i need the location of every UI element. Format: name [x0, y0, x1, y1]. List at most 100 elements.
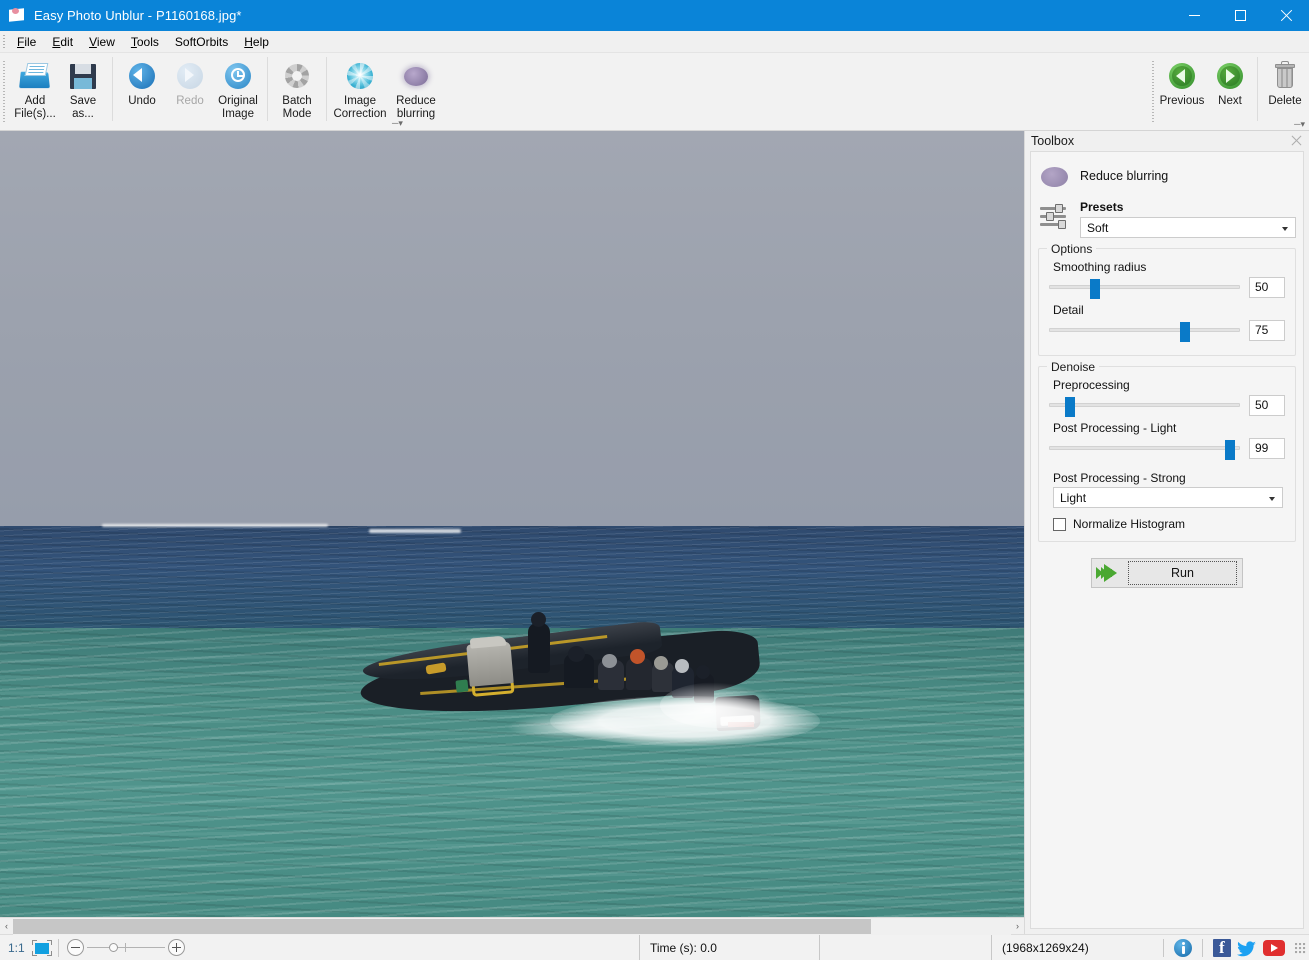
toolbar-grip	[0, 53, 9, 131]
facebook-icon[interactable]	[1213, 939, 1231, 957]
add-files-button[interactable]: Add File(s)...	[11, 53, 59, 125]
toolbar-overflow-left-icon[interactable]: ─▾	[392, 119, 403, 127]
delete-button[interactable]: Delete	[1261, 53, 1309, 125]
scroll-left-button[interactable]: ‹	[0, 918, 13, 935]
image-correction-label-line1: Image	[344, 95, 376, 107]
smoothing-radius-slider-thumb[interactable]	[1090, 279, 1100, 299]
toolbar-overflow-right-icon[interactable]: ─▾	[1294, 120, 1305, 128]
presets-label: Presets	[1080, 200, 1296, 214]
blur-ellipse-icon	[1038, 160, 1070, 192]
smoothing-radius-slider[interactable]	[1049, 276, 1240, 298]
photo-sky	[0, 131, 1024, 526]
menu-item-edit[interactable]: Edit	[44, 32, 81, 52]
previous-button[interactable]: Previous	[1158, 53, 1206, 125]
scroll-right-button[interactable]: ›	[1011, 918, 1024, 935]
minimize-button[interactable]	[1171, 0, 1217, 31]
add-files-label-line1: Add	[25, 95, 45, 107]
reduce-blurring-button[interactable]: Reduce blurring	[388, 53, 444, 125]
maximize-icon	[1235, 10, 1246, 21]
zoom-slider-thumb[interactable]	[109, 943, 118, 952]
image-canvas[interactable]	[0, 131, 1024, 917]
active-tool-header: Reduce blurring	[1038, 160, 1296, 192]
toolbar-separator	[1257, 57, 1258, 121]
toolbar-separator	[326, 57, 327, 121]
toolbox-close-icon[interactable]	[1291, 135, 1303, 147]
detail-label: Detail	[1053, 303, 1285, 317]
fit-to-screen-icon[interactable]	[30, 939, 54, 957]
smoothing-radius-value[interactable]: 50	[1249, 277, 1285, 298]
zoom-slider-control[interactable]	[63, 939, 189, 956]
menu-grip	[0, 31, 9, 53]
preprocessing-row: 50	[1049, 394, 1285, 416]
run-button[interactable]: Run	[1091, 558, 1243, 588]
toolbox-panel: Toolbox Reduce blurring Presets	[1024, 131, 1309, 934]
batch-mode-button[interactable]: Batch Mode	[273, 53, 321, 125]
detail-slider[interactable]	[1049, 319, 1240, 341]
menu-item-softorbits[interactable]: SoftOrbits	[167, 32, 236, 52]
zoom-slider-track[interactable]	[87, 939, 165, 956]
post-processing-light-value[interactable]: 99	[1249, 438, 1285, 459]
menu-item-view[interactable]: View	[81, 32, 123, 52]
zoom-in-icon[interactable]	[168, 939, 185, 956]
reduce-blurring-label-line1: Reduce	[396, 95, 436, 107]
detail-value[interactable]: 75	[1249, 320, 1285, 341]
save-as-label-line2: as...	[72, 108, 94, 120]
arrow-right-circle-icon	[1214, 60, 1246, 92]
youtube-icon[interactable]	[1263, 940, 1285, 956]
smoothing-radius-row: 50	[1049, 276, 1285, 298]
save-icon	[67, 60, 99, 92]
post-processing-strong-label: Post Processing - Strong	[1053, 471, 1285, 485]
toolbar-group-navigation: Previous Next Delete ─▾	[1149, 53, 1309, 131]
toolbox-title: Toolbox	[1031, 134, 1074, 148]
preprocessing-value[interactable]: 50	[1249, 395, 1285, 416]
redo-icon	[174, 60, 206, 92]
image-correction-button[interactable]: Image Correction	[332, 53, 388, 125]
original-image-label-line2: Image	[222, 108, 254, 120]
preprocessing-slider[interactable]	[1049, 394, 1240, 416]
preprocessing-slider-thumb[interactable]	[1065, 397, 1075, 417]
window-controls	[1171, 0, 1309, 31]
social-links	[1168, 939, 1291, 957]
title-bar: Easy Photo Unblur - P1160168.jpg*	[0, 0, 1309, 31]
next-button[interactable]: Next	[1206, 53, 1254, 125]
reduce-blurring-icon	[400, 60, 432, 92]
status-separator	[1163, 939, 1164, 957]
menu-item-help[interactable]: Help	[236, 32, 277, 52]
post-processing-strong-dropdown[interactable]: Light	[1053, 487, 1283, 508]
twitter-icon[interactable]	[1237, 939, 1257, 957]
close-icon	[1280, 9, 1293, 22]
horizontal-scrollbar[interactable]: ‹ ›	[0, 917, 1024, 934]
redo-button: Redo	[166, 53, 214, 125]
normalize-histogram-checkbox[interactable]	[1053, 518, 1066, 531]
menu-item-file[interactable]: File	[9, 32, 44, 52]
undo-button[interactable]: Undo	[118, 53, 166, 125]
presets-dropdown[interactable]: Soft	[1080, 217, 1296, 238]
arrow-left-circle-icon	[1166, 60, 1198, 92]
normalize-histogram-row[interactable]: Normalize Histogram	[1053, 517, 1285, 531]
maximize-button[interactable]	[1217, 0, 1263, 31]
original-image-button[interactable]: Original Image	[214, 53, 262, 125]
main-toolbar: Add File(s)... Save as... Undo	[0, 53, 1309, 131]
resize-grip-icon[interactable]	[1293, 941, 1307, 955]
post-processing-light-slider[interactable]	[1049, 437, 1240, 459]
close-button[interactable]	[1263, 0, 1309, 31]
presets-column: Presets Soft	[1080, 200, 1296, 238]
options-group: Options Smoothing radius 50 Detail	[1038, 248, 1296, 356]
status-bar: 1:1 Time (s): 0.0 (1968x1269x24)	[0, 934, 1309, 960]
toolbar-group-history: Undo Redo Original Image	[116, 53, 264, 131]
detail-slider-thumb[interactable]	[1180, 322, 1190, 342]
scrollbar-thumb[interactable]	[13, 919, 871, 934]
photo-sea-far	[0, 526, 1024, 628]
chevron-down-icon	[1269, 497, 1275, 501]
zoom-out-icon[interactable]	[67, 939, 84, 956]
delete-label: Delete	[1262, 95, 1308, 108]
info-icon[interactable]	[1174, 939, 1192, 957]
save-as-button[interactable]: Save as...	[59, 53, 107, 125]
scrollbar-track[interactable]	[13, 918, 1011, 935]
toolbar-group-batch: Batch Mode	[271, 53, 323, 131]
image-correction-icon	[344, 60, 376, 92]
photo-boat	[360, 618, 800, 753]
menu-item-tools[interactable]: Tools	[123, 32, 167, 52]
post-processing-light-slider-thumb[interactable]	[1225, 440, 1235, 460]
green-play-arrow-icon	[1094, 560, 1128, 586]
